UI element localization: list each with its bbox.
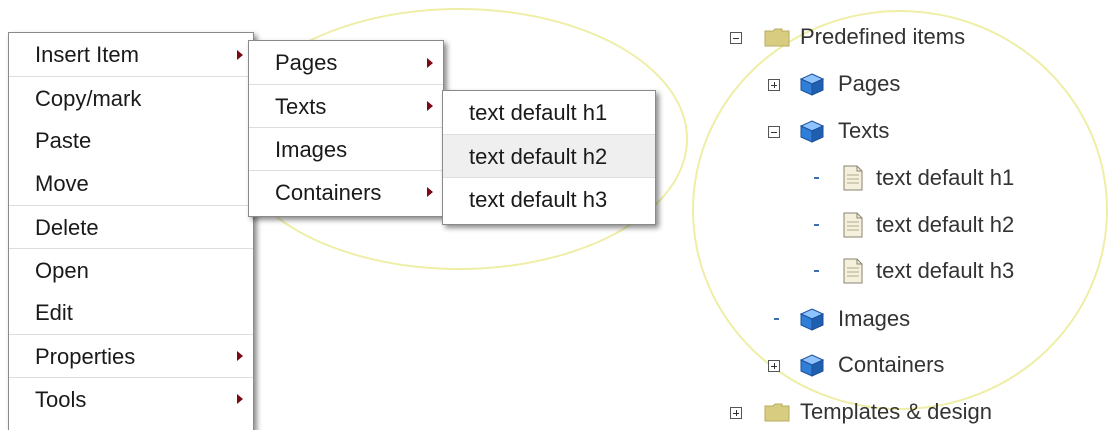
tree-node-text-default-h3[interactable]: text default h3 bbox=[814, 256, 1054, 286]
cube-icon bbox=[799, 120, 825, 143]
tree-node-label: Texts bbox=[838, 118, 890, 143]
texts-submenu: text default h1 text default h2 text def… bbox=[442, 90, 656, 225]
tree-node-templates-design[interactable]: Templates & design bbox=[730, 397, 1050, 427]
expand-icon[interactable] bbox=[730, 407, 742, 419]
submenu-item-text-default-h2[interactable]: text default h2 bbox=[443, 134, 655, 177]
menu-item-label: Copy/mark bbox=[35, 86, 142, 111]
menu-item-label: text default h2 bbox=[469, 144, 608, 169]
tree-connector-dot bbox=[774, 318, 779, 320]
submenu-arrow-icon bbox=[237, 394, 243, 404]
insert-submenu: Pages Texts Images Containers bbox=[248, 40, 444, 217]
tree-node-label: Predefined items bbox=[800, 24, 966, 49]
cube-icon bbox=[799, 308, 825, 331]
cube-icon bbox=[799, 354, 825, 377]
tree-node-label: text default h3 bbox=[876, 258, 1015, 283]
tree-node-predefined-items[interactable]: Predefined items bbox=[730, 22, 1010, 52]
tree-connector-dot bbox=[814, 224, 819, 226]
tree-connector-dot bbox=[814, 177, 819, 179]
expand-icon[interactable] bbox=[768, 360, 780, 372]
menu-item-label: text default h3 bbox=[469, 187, 608, 212]
document-icon bbox=[843, 258, 863, 284]
tree-node-label: Templates & design bbox=[800, 399, 992, 424]
context-menu: Insert Item Copy/mark Paste Move Delete … bbox=[8, 32, 254, 430]
menu-item-label: Images bbox=[275, 137, 348, 162]
submenu-arrow-icon bbox=[427, 187, 433, 197]
tree-node-text-default-h1[interactable]: text default h1 bbox=[814, 163, 1054, 193]
menu-item-move[interactable]: Move bbox=[9, 162, 253, 205]
menu-item-copy-mark[interactable]: Copy/mark bbox=[9, 76, 253, 119]
menu-item-label: Pages bbox=[275, 50, 338, 75]
tree-node-texts[interactable]: Texts bbox=[768, 116, 968, 146]
tree-node-containers[interactable]: Containers bbox=[768, 350, 988, 380]
expand-icon[interactable] bbox=[768, 79, 780, 91]
menu-item-label: Delete bbox=[35, 215, 99, 240]
menu-item-delete[interactable]: Delete bbox=[9, 205, 253, 248]
menu-item-label: Tools bbox=[35, 387, 87, 412]
tree-node-pages[interactable]: Pages bbox=[768, 69, 968, 99]
menu-item-label: Move bbox=[35, 171, 89, 196]
menu-item-label: Edit bbox=[35, 300, 73, 325]
tree-connector-dot bbox=[814, 270, 819, 272]
cube-icon bbox=[799, 73, 825, 96]
menu-item-label: Open bbox=[35, 258, 89, 283]
submenu-item-pages[interactable]: Pages bbox=[249, 41, 443, 84]
menu-item-insert-item[interactable]: Insert Item bbox=[9, 33, 253, 76]
folder-icon bbox=[764, 28, 790, 47]
menu-item-open[interactable]: Open bbox=[9, 248, 253, 291]
menu-item-properties[interactable]: Properties bbox=[9, 334, 253, 377]
folder-icon bbox=[764, 403, 790, 422]
menu-item-label: Insert Item bbox=[35, 42, 139, 67]
submenu-arrow-icon bbox=[427, 57, 433, 68]
collapse-icon[interactable] bbox=[730, 32, 742, 44]
submenu-item-images[interactable]: Images bbox=[249, 127, 443, 170]
menu-item-label: text default h1 bbox=[469, 100, 608, 125]
menu-item-label: Properties bbox=[35, 344, 136, 369]
tree-node-text-default-h2[interactable]: text default h2 bbox=[814, 210, 1054, 240]
submenu-item-containers[interactable]: Containers bbox=[249, 170, 443, 213]
tree-node-label: Pages bbox=[838, 71, 901, 96]
submenu-item-text-default-h1[interactable]: text default h1 bbox=[443, 91, 655, 134]
submenu-item-text-default-h3[interactable]: text default h3 bbox=[443, 177, 655, 220]
menu-item-label: Paste bbox=[35, 128, 92, 153]
submenu-arrow-icon bbox=[237, 351, 243, 361]
tree-node-label: text default h1 bbox=[876, 165, 1015, 190]
tree-node-label: Images bbox=[838, 306, 911, 331]
document-icon bbox=[843, 212, 863, 238]
submenu-arrow-icon bbox=[427, 101, 433, 111]
menu-item-edit[interactable]: Edit bbox=[9, 291, 253, 334]
tree-node-images[interactable]: Images bbox=[774, 304, 974, 334]
menu-item-tools[interactable]: Tools bbox=[9, 377, 253, 420]
tree-node-label: Containers bbox=[838, 352, 945, 377]
document-icon bbox=[843, 165, 863, 191]
collapse-icon[interactable] bbox=[768, 126, 780, 138]
menu-item-label: Containers bbox=[275, 180, 382, 205]
screenshot-stage: Insert Item Copy/mark Paste Move Delete … bbox=[0, 0, 1112, 430]
menu-item-label: Texts bbox=[275, 94, 327, 119]
tree-node-label: text default h2 bbox=[876, 212, 1015, 237]
submenu-item-texts[interactable]: Texts bbox=[249, 84, 443, 127]
menu-item-paste[interactable]: Paste bbox=[9, 119, 253, 162]
submenu-arrow-icon bbox=[237, 49, 243, 60]
